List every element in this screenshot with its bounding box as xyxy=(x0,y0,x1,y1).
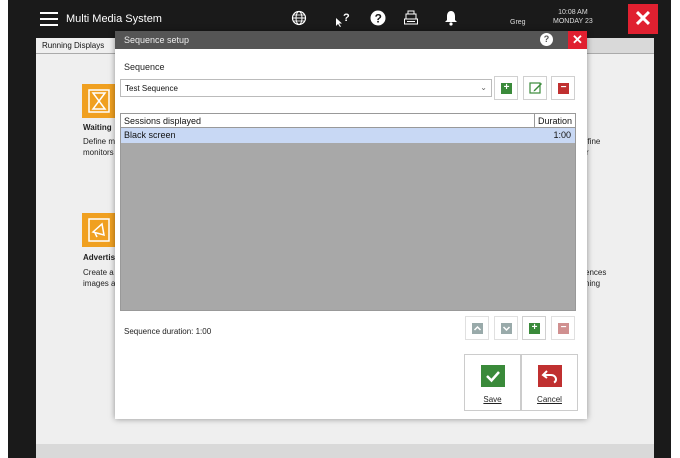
remove-session-button[interactable]: − xyxy=(551,316,575,340)
card-advertising-desc-1: Create a xyxy=(83,268,114,277)
chevron-down-icon: ⌄ xyxy=(480,83,487,92)
user-name: Greg xyxy=(510,19,526,26)
dialog-title: Sequence setup xyxy=(124,35,190,45)
save-label: Save xyxy=(483,395,502,404)
delete-sequence-button[interactable]: − xyxy=(551,76,575,100)
chevron-down-icon xyxy=(501,323,512,334)
add-sequence-button[interactable]: + xyxy=(494,76,518,100)
chevron-up-icon xyxy=(472,323,483,334)
cancel-button[interactable]: Cancel xyxy=(521,354,578,411)
add-session-button[interactable]: + xyxy=(522,316,546,340)
sequence-select[interactable]: Test Sequence ⌄ xyxy=(120,79,492,97)
column-sessions-displayed[interactable]: Sessions displayed xyxy=(124,116,201,126)
table-row[interactable]: Black screen 1:00 xyxy=(121,128,575,143)
plus-icon: + xyxy=(501,83,512,94)
dialog-header: Sequence setup ? ✕ xyxy=(115,31,587,49)
sequence-duration: Sequence duration: 1:00 xyxy=(124,327,212,336)
clock-time: 10:08 AM xyxy=(558,9,588,16)
card-waiting-title: Waiting xyxy=(83,123,112,132)
background-footer xyxy=(36,444,654,458)
checkmark-icon xyxy=(481,365,505,387)
plus-icon: + xyxy=(529,323,540,334)
sequence-select-value: Test Sequence xyxy=(125,84,178,93)
clock: 10:08 AM MONDAY 23 xyxy=(553,8,593,26)
menu-icon[interactable] xyxy=(40,12,58,26)
undo-icon xyxy=(538,365,562,387)
app-title: Multi Media System xyxy=(66,13,162,25)
card-advertising-title: Advertis xyxy=(83,253,116,262)
minus-icon: − xyxy=(558,323,569,334)
tab-running-displays[interactable]: Running Displays xyxy=(36,38,118,54)
card-advertising-desc-2: images a xyxy=(83,279,116,288)
close-icon[interactable]: ✕ xyxy=(628,4,658,34)
card-right-desc-3: ences xyxy=(585,268,607,277)
move-up-button[interactable] xyxy=(465,316,489,340)
save-button[interactable]: Save xyxy=(464,354,521,411)
column-divider xyxy=(534,114,535,128)
edit-sequence-button[interactable] xyxy=(523,76,547,100)
bell-icon[interactable] xyxy=(442,10,460,28)
dialog-close-icon[interactable]: ✕ xyxy=(568,31,587,49)
row-session: Black screen xyxy=(124,130,176,140)
hourglass-icon[interactable] xyxy=(82,84,116,118)
row-duration: 1:00 xyxy=(553,130,571,140)
cancel-label: Cancel xyxy=(537,395,562,404)
sequence-label: Sequence xyxy=(124,62,165,72)
card-waiting-desc-2: monitors xyxy=(83,148,114,157)
card-waiting-desc-1: Define m xyxy=(83,137,116,146)
svg-text:?: ? xyxy=(375,12,382,26)
help-icon[interactable]: ? xyxy=(540,33,553,46)
clock-day: MONDAY 23 xyxy=(553,18,593,25)
help-cursor-icon[interactable]: ? xyxy=(334,10,352,28)
advertising-icon[interactable] xyxy=(82,213,116,247)
pencil-icon xyxy=(529,81,543,98)
globe-icon[interactable] xyxy=(290,10,308,28)
cash-register-icon[interactable] xyxy=(402,10,420,28)
minus-icon: − xyxy=(558,83,569,94)
move-down-button[interactable] xyxy=(494,316,518,340)
sessions-table: Sessions displayed Duration Black screen… xyxy=(120,113,576,311)
column-duration[interactable]: Duration xyxy=(538,116,572,126)
sequence-setup-dialog: Sequence setup ? ✕ Sequence Test Sequenc… xyxy=(115,31,587,419)
card-right-desc-4: ning xyxy=(585,279,601,288)
help-circle-icon[interactable]: ? xyxy=(369,10,387,28)
svg-text:?: ? xyxy=(343,12,350,24)
table-header: Sessions displayed Duration xyxy=(121,114,575,128)
